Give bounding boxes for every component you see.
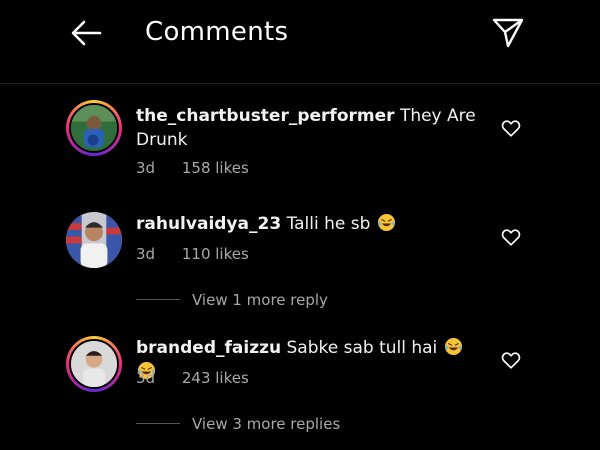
avatar-image	[71, 105, 117, 151]
comment-body: They Are	[399, 106, 476, 126]
comment-likes[interactable]: 110 likes	[182, 245, 249, 263]
comment-text: rahulvaidya_23 Talli he sb	[136, 212, 476, 236]
comment-item: branded_faizzu Sabke sab tull hai 3d 243…	[0, 336, 600, 396]
comment-item: rahulvaidya_23 Talli he sb 3d 110 likes	[0, 212, 600, 272]
avatar[interactable]	[66, 100, 122, 156]
comment-likes[interactable]: 158 likes	[182, 159, 249, 177]
heart-icon	[501, 120, 521, 137]
comment-age: 3d	[136, 369, 156, 387]
avatar[interactable]	[66, 336, 122, 392]
comment-text: the_chartbuster_performer They Are Drunk	[136, 104, 476, 152]
comment-meta: 3d 110 likes	[136, 244, 249, 264]
heart-icon	[501, 352, 521, 369]
comment-meta: 3d 158 likes	[136, 158, 249, 178]
comment-body: Sabke sab tull hai	[286, 338, 438, 358]
comment-age: 3d	[136, 159, 156, 177]
like-button[interactable]	[500, 226, 522, 248]
comment-likes[interactable]: 243 likes	[182, 369, 249, 387]
comments-header: Comments	[0, 0, 600, 84]
laughing-emoji-icon	[377, 213, 395, 232]
back-button[interactable]	[66, 14, 106, 54]
comment-meta: 3d 243 likes	[136, 368, 249, 388]
like-button[interactable]	[500, 349, 522, 371]
page-title: Comments	[145, 17, 289, 47]
comment-item: the_chartbuster_performer They Are Drunk…	[0, 100, 600, 190]
laughing-emoji-icon	[444, 337, 462, 356]
comment-body-continued: Drunk	[136, 130, 188, 150]
view-replies-link[interactable]: View 1 more reply	[136, 290, 356, 310]
share-button[interactable]	[490, 14, 526, 50]
view-replies-link[interactable]: View 3 more replies	[136, 414, 376, 434]
avatar-image	[66, 212, 122, 268]
comment-age: 3d	[136, 245, 156, 263]
view-replies-text: View 1 more reply	[192, 291, 328, 309]
divider-line	[136, 299, 180, 300]
comment-username[interactable]: rahulvaidya_23	[136, 214, 281, 234]
comment-body: Talli he sb	[286, 214, 371, 234]
avatar-image	[71, 341, 117, 387]
send-icon	[492, 18, 524, 48]
view-replies-text: View 3 more replies	[192, 415, 341, 433]
arrow-left-icon	[71, 20, 102, 46]
comment-username[interactable]: the_chartbuster_performer	[136, 106, 395, 126]
heart-icon	[501, 229, 521, 246]
like-button[interactable]	[500, 117, 522, 139]
comment-username[interactable]: branded_faizzu	[136, 338, 281, 358]
divider-line	[136, 423, 180, 424]
avatar[interactable]	[66, 212, 122, 268]
